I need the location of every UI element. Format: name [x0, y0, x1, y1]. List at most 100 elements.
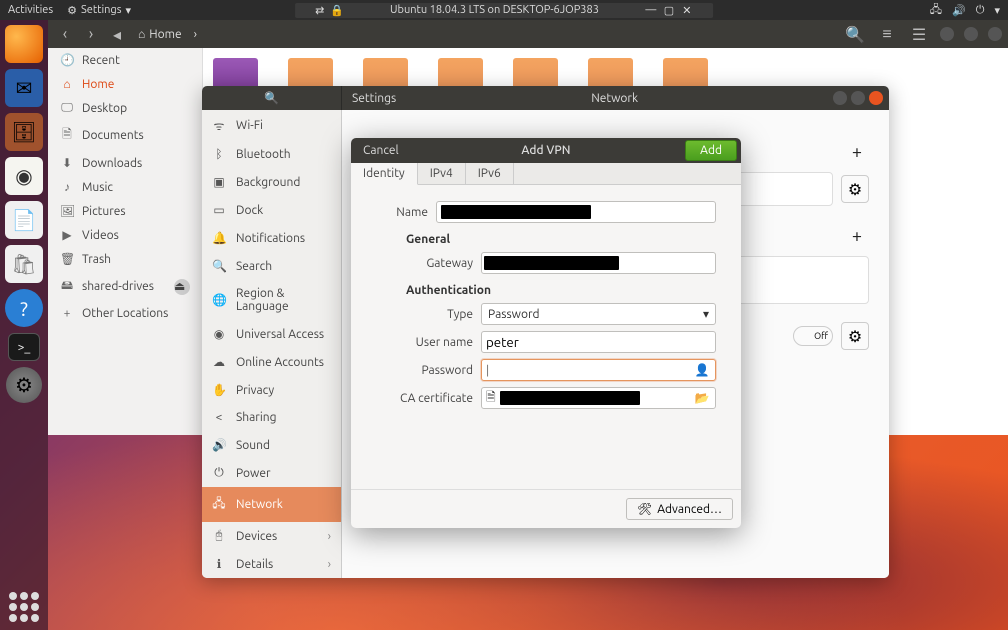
search-button[interactable]: 🔍 — [844, 23, 866, 45]
network-indicator-icon[interactable]: 🖧 — [930, 1, 942, 20]
lock-icon[interactable]: 🔒 — [330, 4, 344, 17]
launcher-thunderbird[interactable]: ✉ — [5, 69, 43, 107]
settings-sidebar-item[interactable]: 🖰Devices› — [202, 522, 341, 550]
proxy-settings-button[interactable]: ⚙ — [841, 322, 869, 350]
settings-sidebar: ᯤWi-FiᛒBluetooth▣Background▭Dock🔔Notific… — [202, 110, 342, 578]
power-indicator-icon[interactable]: ⏻ — [976, 4, 985, 17]
connection-settings-button[interactable]: ⚙ — [841, 175, 869, 203]
launcher-rhythmbox[interactable]: ◉ — [5, 157, 43, 195]
settings-sidebar-item[interactable]: 🔍Search — [202, 252, 341, 280]
sidebar-item-label: Details — [236, 558, 273, 571]
files-sidebar-item[interactable]: 🗑Trash — [48, 247, 202, 271]
volume-indicator-icon[interactable]: 🔊 — [952, 4, 966, 17]
type-select[interactable]: Password ▾ — [481, 303, 716, 325]
view-list-button[interactable]: ≡ — [876, 23, 898, 45]
close-button[interactable] — [869, 91, 883, 105]
type-label: Type — [376, 308, 481, 321]
settings-sidebar-item[interactable]: ▭Dock — [202, 196, 341, 224]
settings-sidebar-item[interactable]: ᯤWi-Fi — [202, 110, 341, 141]
settings-page-title: Network — [396, 92, 833, 105]
chevron-right-icon: › — [328, 530, 331, 543]
launcher-software[interactable]: 🛍 — [5, 245, 43, 283]
password-input[interactable]: | 👤 — [481, 359, 716, 381]
sidebar-item-icon: ▭ — [212, 203, 226, 217]
view-options-button[interactable]: ☰ — [908, 23, 930, 45]
close-button[interactable]: ✕ — [681, 4, 693, 16]
launcher-writer[interactable]: 📄 — [5, 201, 43, 239]
settings-sidebar-item[interactable]: ⏻Power — [202, 459, 341, 487]
sidebar-item-icon: 🔊 — [212, 438, 226, 452]
window-title: Ubuntu 18.04.3 LTS on DESKTOP-6JOP383 — [390, 4, 599, 16]
cancel-button[interactable]: Cancel — [351, 144, 411, 157]
settings-sidebar-item[interactable]: 🔔Notifications — [202, 224, 341, 252]
username-input[interactable] — [481, 331, 716, 353]
launcher-terminal[interactable]: >_ — [8, 333, 40, 361]
sidebar-item-label: Region & Language — [236, 287, 331, 313]
vpn-tab[interactable]: IPv6 — [466, 163, 514, 184]
sidebar-item-icon: 🖴 — [60, 276, 74, 297]
activities-button[interactable]: Activities — [8, 4, 53, 16]
chevron-down-icon[interactable]: ▾ — [994, 4, 1000, 17]
vpn-tab[interactable]: Identity — [351, 163, 418, 185]
files-sidebar-item[interactable]: 🕘Recent — [48, 48, 202, 72]
maximize-button[interactable] — [851, 91, 865, 105]
settings-headerbar: 🔍 Settings Network — [202, 86, 889, 110]
show-applications-button[interactable] — [9, 592, 39, 622]
settings-sidebar-item[interactable]: ▣Background — [202, 168, 341, 196]
sidebar-item-label: Wi-Fi — [236, 119, 263, 132]
breadcrumb-home[interactable]: ⌂ Home › — [132, 27, 203, 41]
settings-search-button[interactable]: 🔍 — [202, 86, 342, 110]
add-button[interactable]: Add — [685, 140, 737, 161]
settings-sidebar-item[interactable]: 🌐Region & Language — [202, 280, 341, 320]
files-sidebar-item[interactable]: ▶Videos — [48, 223, 202, 247]
add-connection-button[interactable]: + — [845, 140, 869, 164]
minimize-button[interactable]: — — [645, 4, 657, 16]
advanced-button[interactable]: 🛠 Advanced… — [626, 498, 733, 520]
back-button[interactable]: ‹ — [54, 23, 76, 45]
forward-button[interactable]: › — [80, 23, 102, 45]
name-input[interactable] — [436, 201, 716, 223]
sidebar-item-icon: ℹ — [212, 557, 226, 571]
minimize-button[interactable] — [833, 91, 847, 105]
sidebar-item-icon: ⏻ — [212, 466, 226, 480]
launcher-firefox[interactable] — [5, 25, 43, 63]
password-store-icon[interactable]: 👤 — [693, 363, 711, 377]
settings-sidebar-item[interactable]: <Sharing — [202, 404, 341, 431]
settings-sidebar-item[interactable]: ✋Privacy — [202, 376, 341, 404]
add-vpn-button[interactable]: + — [845, 224, 869, 248]
files-sidebar-item[interactable]: +Other Locations — [48, 302, 202, 325]
minimize-button[interactable] — [940, 27, 954, 41]
app-menu[interactable]: ⚙ Settings ▾ — [67, 4, 131, 17]
network-proxy-toggle[interactable]: Off — [793, 326, 833, 346]
files-sidebar-item[interactable]: 🖵Desktop — [48, 96, 202, 120]
launcher-help[interactable]: ? — [5, 289, 43, 327]
settings-sidebar-item[interactable]: ᛒBluetooth — [202, 141, 341, 168]
maximize-button[interactable]: ▢ — [663, 4, 675, 16]
maximize-button[interactable] — [964, 27, 978, 41]
settings-sidebar-item[interactable]: 🔊Sound — [202, 431, 341, 459]
settings-sidebar-item[interactable]: ☁Online Accounts — [202, 348, 341, 376]
files-sidebar-item[interactable]: ⬇Downloads — [48, 151, 202, 175]
vpn-dialog-footer: 🛠 Advanced… — [351, 489, 741, 528]
files-sidebar-item[interactable]: 🗎Documents — [48, 120, 202, 151]
path-toggle-button[interactable]: ◂ — [106, 23, 128, 45]
breadcrumb-label: Home — [149, 28, 181, 41]
files-sidebar-item[interactable]: 🖼Pictures — [48, 199, 202, 223]
files-sidebar-item[interactable]: ♪Music — [48, 175, 202, 199]
files-sidebar-item[interactable]: ⌂Home — [48, 72, 202, 96]
cacert-file-chooser[interactable]: 🗎 📂 — [481, 387, 716, 409]
files-sidebar-item[interactable]: 🖴 shared-drives ⏏ — [48, 271, 202, 302]
open-file-icon[interactable]: 📂 — [693, 391, 711, 405]
settings-sidebar-item[interactable]: ◉Universal Access — [202, 320, 341, 348]
gateway-input[interactable] — [481, 252, 716, 274]
launcher-settings[interactable]: ⚙ — [6, 367, 42, 403]
chevron-right-icon: › — [194, 28, 197, 41]
launcher-files[interactable]: 🗄 — [5, 113, 43, 151]
eject-icon[interactable]: ⏏ — [174, 279, 190, 295]
vpn-tab[interactable]: IPv4 — [418, 163, 466, 184]
close-button[interactable] — [988, 27, 1002, 41]
settings-sidebar-item[interactable]: 🖧Network — [202, 487, 341, 522]
pin-icon[interactable]: ⇄ — [315, 4, 324, 17]
sidebar-item-label: shared-drives — [82, 280, 154, 293]
settings-sidebar-item[interactable]: ℹDetails› — [202, 550, 341, 578]
